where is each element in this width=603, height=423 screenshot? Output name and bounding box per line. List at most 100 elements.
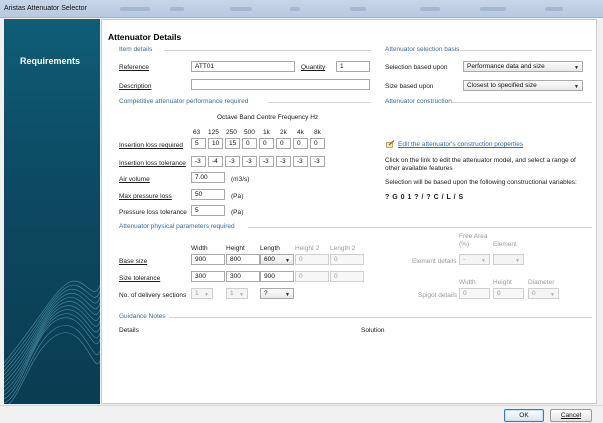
chevron-down-icon: ▼	[574, 84, 579, 90]
insertion-loss-2k-input[interactable]: 0	[276, 138, 291, 149]
element-details-label: Element details	[412, 258, 457, 265]
sections-dropdown-2[interactable]: 1 ▼	[226, 288, 248, 299]
tolerance-height2-input[interactable]: 0	[295, 271, 329, 282]
tolerance-125-input[interactable]: -4	[208, 156, 223, 167]
section-physical: Attenuator physical parameters required	[119, 223, 235, 230]
base-length-dropdown[interactable]: 600 ▼	[260, 254, 294, 265]
sections-dropdown-3[interactable]: ? ▼	[260, 288, 294, 299]
tolerance-63-input[interactable]: -3	[191, 156, 206, 167]
pressure-tolerance-unit: (Pa)	[231, 209, 244, 216]
element-dropdown[interactable]: ▼	[493, 254, 524, 265]
spigot-diameter-dropdown[interactable]: 0 ▼	[528, 288, 559, 299]
cancel-label: Cancel	[560, 412, 582, 419]
window-title: Aristas Attenuator Selector	[4, 5, 87, 12]
titlebar-blur	[290, 7, 300, 11]
tolerance-500-input[interactable]: -3	[242, 156, 257, 167]
tolerance-length2-input[interactable]: 0	[330, 271, 364, 282]
chevron-down-icon: ▼	[285, 292, 290, 298]
col-length: Length	[260, 245, 280, 252]
insertion-loss-4k-input[interactable]: 0	[293, 138, 308, 149]
tolerance-width-input[interactable]: 300	[191, 271, 225, 282]
edit-construction-link[interactable]: Edit the attenuator's construction prope…	[398, 141, 523, 148]
titlebar-blur	[170, 7, 184, 11]
divider	[460, 50, 592, 51]
tolerance-4k-input[interactable]: -3	[293, 156, 308, 167]
base-size-label: Base size	[119, 258, 148, 265]
size-tolerance-label: Size tolerance	[119, 275, 161, 282]
sections-dropdown-1[interactable]: 1 ▼	[191, 288, 213, 299]
section-performance: Competitive attenuator performance requi…	[119, 98, 249, 105]
divider	[164, 50, 371, 51]
insertion-loss-250-input[interactable]: 15	[225, 138, 240, 149]
insertion-loss-63-input[interactable]: 5	[191, 138, 206, 149]
construction-variables-note: Selection will be based upon the followi…	[385, 179, 577, 186]
size-based-label: Size based upon	[385, 83, 434, 90]
divider	[169, 317, 592, 318]
spigot-width-input[interactable]: 0	[459, 288, 490, 299]
chevron-down-icon: ▼	[204, 292, 209, 298]
selection-based-dropdown[interactable]: Performance data and size ▼	[463, 61, 583, 72]
tolerance-250-input[interactable]: -3	[225, 156, 240, 167]
col-length2: Length 2	[330, 245, 356, 252]
chevron-down-icon: ▼	[550, 292, 555, 298]
spigot-height-input[interactable]: 0	[493, 288, 524, 299]
tolerance-2k-input[interactable]: -3	[276, 156, 291, 167]
freq-4k: 4k	[297, 129, 304, 136]
title-bar: Aristas Attenuator Selector	[0, 0, 603, 18]
tolerance-8k-input[interactable]: -3	[310, 156, 325, 167]
app-window: Aristas Attenuator Selector Requirements	[0, 0, 603, 423]
ok-button[interactable]: OK	[504, 409, 544, 422]
sections-value-1: 1	[195, 290, 199, 297]
pressure-tolerance-label: Pressure loss tolerance	[119, 209, 187, 216]
insertion-loss-500-input[interactable]: 0	[242, 138, 257, 149]
spigot-diameter-label: Diameter	[528, 279, 555, 286]
insertion-loss-125-input[interactable]: 10	[208, 138, 223, 149]
insertion-loss-8k-input[interactable]: 0	[310, 138, 325, 149]
divider	[268, 102, 371, 103]
col-height: Height	[226, 245, 245, 252]
freq-8k: 8k	[314, 129, 321, 136]
pressure-tolerance-input[interactable]: 5	[191, 205, 225, 216]
tolerance-height-input[interactable]: 300	[226, 271, 260, 282]
description-input[interactable]	[191, 79, 370, 90]
tolerance-1k-input[interactable]: -3	[259, 156, 274, 167]
tolerance-label: Insertion loss tolerance	[119, 160, 186, 167]
edit-icon	[386, 140, 395, 148]
reference-label: Reference	[119, 64, 149, 71]
air-volume-input[interactable]: 7.00	[191, 172, 225, 183]
section-item-details: Item details	[119, 46, 153, 53]
chevron-down-icon: ▼	[515, 258, 520, 264]
base-height2-input[interactable]: 0	[295, 254, 329, 265]
freq-2k: 2k	[280, 129, 287, 136]
guidance-details-label: Details	[119, 327, 139, 334]
insertion-loss-1k-input[interactable]: 0	[259, 138, 274, 149]
free-area-dropdown[interactable]: - ▼	[459, 254, 490, 265]
base-width-input[interactable]: 900	[191, 254, 225, 265]
quantity-input[interactable]: 1	[336, 61, 370, 72]
chevron-down-icon: ▼	[285, 258, 290, 264]
reference-input[interactable]: ATT01	[191, 61, 295, 72]
frequency-header: Octave Band Centre Frequency Hz	[217, 114, 319, 121]
sidebar-item-requirements[interactable]: Requirements	[20, 56, 80, 66]
freq-125: 125	[208, 129, 219, 136]
divider	[248, 227, 592, 228]
col-height2: Height 2	[295, 245, 320, 252]
freq-63: 63	[193, 129, 201, 136]
insertion-loss-label: Insertion loss required	[119, 142, 183, 149]
spigot-details-label: Spigot details	[418, 292, 458, 299]
max-pressure-label: Max pressure loss	[119, 193, 172, 200]
titlebar-blur	[480, 7, 506, 11]
base-height-input[interactable]: 800	[226, 254, 260, 265]
max-pressure-unit: (Pa)	[231, 193, 244, 200]
air-volume-label: Air volume	[119, 176, 150, 183]
max-pressure-input[interactable]: 50	[191, 189, 225, 200]
tolerance-length-input[interactable]: 900	[260, 271, 294, 282]
size-based-dropdown[interactable]: Closest to specified size ▼	[463, 80, 583, 91]
wave-graphic	[4, 280, 100, 404]
base-length2-input[interactable]: 0	[330, 254, 364, 265]
spigot-width-label: Width	[459, 279, 476, 286]
cancel-button[interactable]: Cancel	[550, 409, 592, 422]
spigot-height-label: Height	[493, 279, 512, 286]
section-selection-basis: Attenuator selection basis	[385, 46, 460, 53]
divider	[452, 102, 592, 103]
